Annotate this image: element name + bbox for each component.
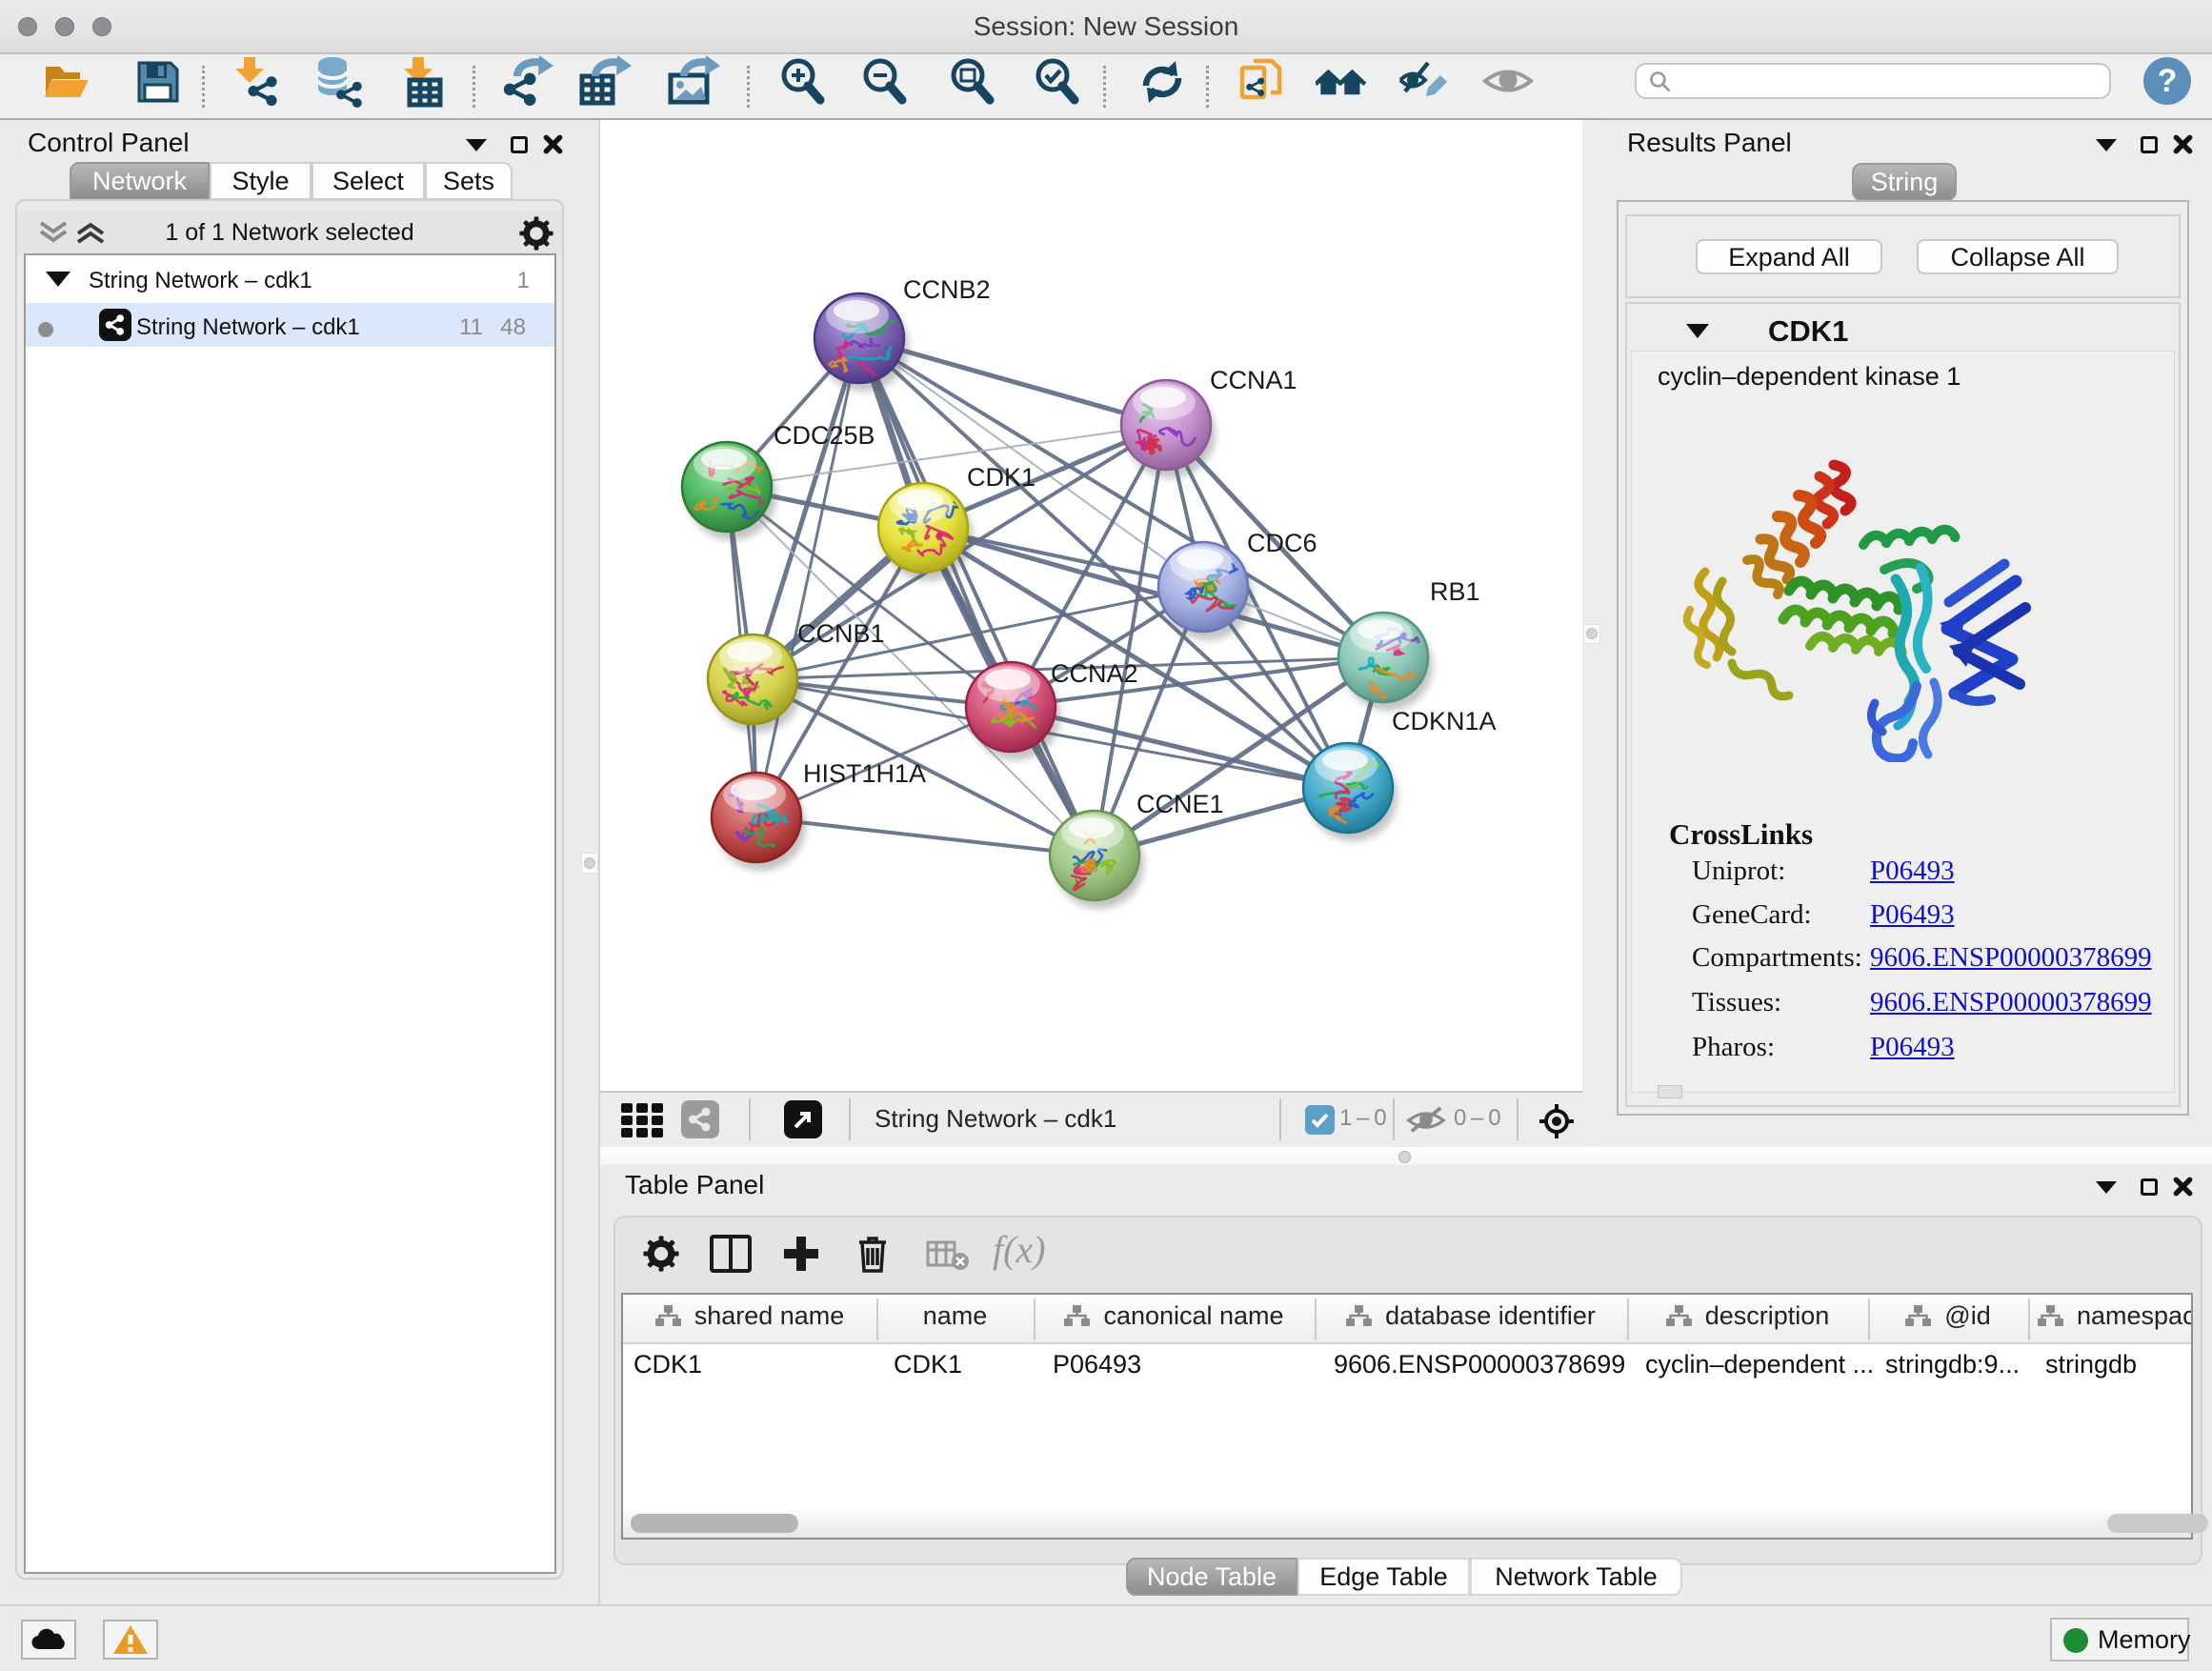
svg-text:HIST1H1A: HIST1H1A — [803, 759, 926, 788]
svg-text:CCNA2: CCNA2 — [1051, 659, 1138, 688]
svg-text:CDC6: CDC6 — [1247, 529, 1317, 557]
svg-text:RB1: RB1 — [1430, 577, 1480, 606]
svg-text:CDK1: CDK1 — [967, 463, 1036, 492]
svg-text:CDC25B: CDC25B — [774, 421, 875, 450]
svg-text:?: ? — [2158, 63, 2178, 99]
svg-text:CCNB2: CCNB2 — [903, 275, 991, 304]
svg-text:CCNB1: CCNB1 — [797, 619, 885, 648]
svg-text:CCNE1: CCNE1 — [1136, 790, 1224, 818]
svg-text:CCNA1: CCNA1 — [1210, 366, 1297, 394]
svg-text:CDKN1A: CDKN1A — [1392, 707, 1497, 735]
